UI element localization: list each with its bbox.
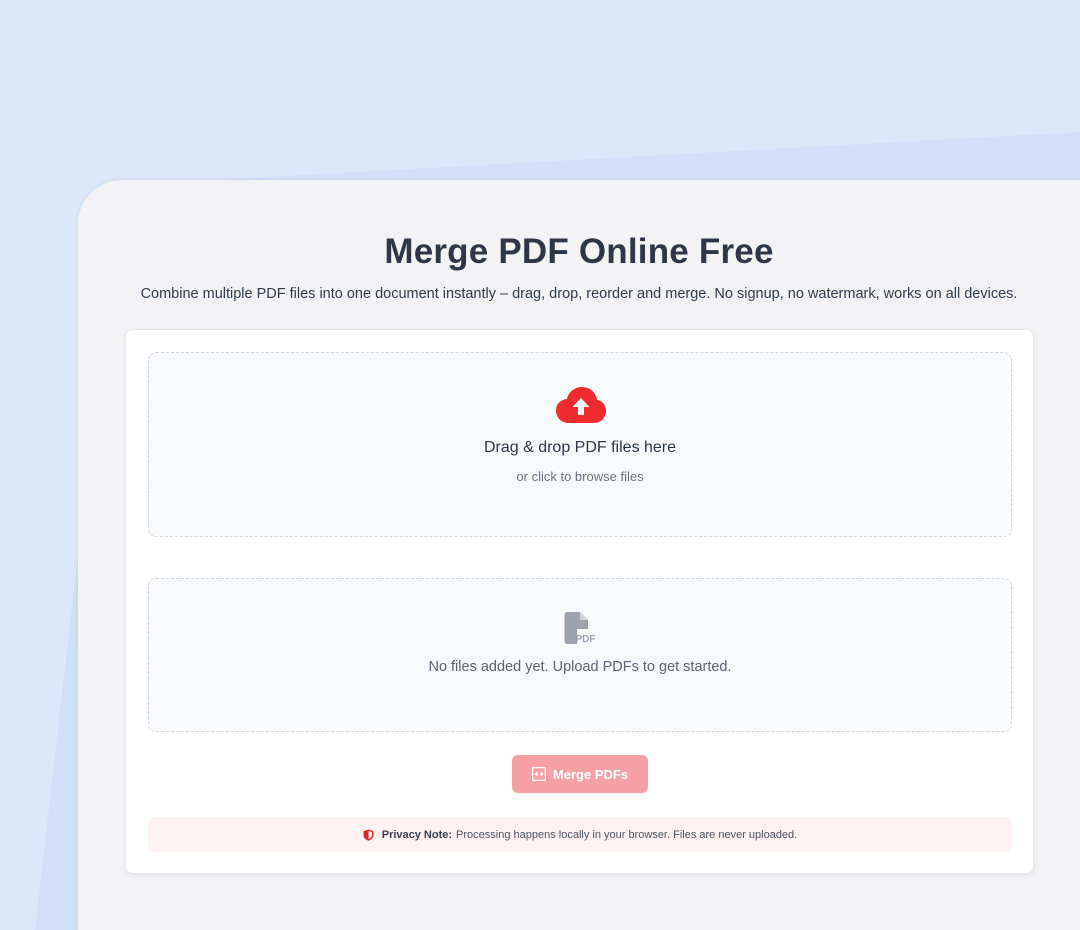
file-list: PDF No files added yet. Upload PDFs to g… xyxy=(148,578,1012,732)
merge-icon xyxy=(531,767,546,781)
merge-pdfs-button[interactable]: Merge PDFs xyxy=(512,755,648,793)
merge-tool-card: Drag & drop PDF files here or click to b… xyxy=(125,329,1034,874)
cloud-upload-icon xyxy=(556,387,606,423)
privacy-note-text: Processing happens locally in your brows… xyxy=(456,828,798,841)
page-subtitle: Combine multiple PDF files into one docu… xyxy=(140,286,1018,302)
dropzone-title: Drag & drop PDF files here xyxy=(483,439,677,456)
file-dropzone[interactable]: Drag & drop PDF files here or click to b… xyxy=(148,352,1012,537)
browse-files-link[interactable]: or click to browse files xyxy=(149,469,1011,484)
shield-icon xyxy=(363,829,374,841)
merge-button-label: Merge PDFs xyxy=(552,766,629,782)
pdf-file-icon: PDF xyxy=(564,612,596,645)
privacy-note-label: Privacy Note: xyxy=(381,828,453,841)
page-title: Merge PDF Online Free xyxy=(384,232,774,271)
empty-file-list-message: No files added yet. Upload PDFs to get s… xyxy=(428,659,732,675)
svg-text:PDF: PDF xyxy=(576,634,596,645)
privacy-note: Privacy Note: Processing happens locally… xyxy=(148,817,1012,852)
